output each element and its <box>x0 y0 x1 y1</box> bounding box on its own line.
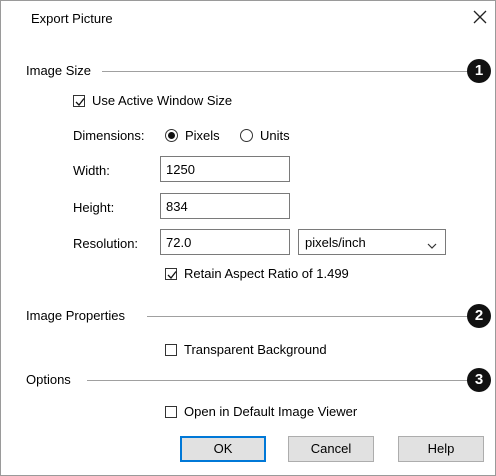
pixels-radio[interactable] <box>165 129 178 142</box>
image-size-group-label: Image Size <box>26 63 92 78</box>
transparent-background-checkbox[interactable] <box>165 344 177 356</box>
resolution-unit-select[interactable]: pixels/inch <box>298 229 446 255</box>
units-radio[interactable] <box>240 129 253 142</box>
callout-marker-1: 1 <box>467 59 491 83</box>
open-default-viewer-checkbox[interactable] <box>165 406 177 418</box>
title-bar: Export Picture <box>1 1 495 41</box>
chevron-down-icon <box>427 238 437 253</box>
image-properties-group-label: Image Properties <box>26 308 125 323</box>
options-group-label: Options <box>26 372 71 387</box>
cancel-button[interactable]: Cancel <box>288 436 374 462</box>
callout-marker-2: 2 <box>467 304 491 328</box>
image-size-divider <box>102 71 468 72</box>
transparent-background-label: Transparent Background <box>184 342 327 357</box>
height-input[interactable] <box>160 193 290 219</box>
options-divider <box>87 380 467 381</box>
width-label: Width: <box>73 163 110 178</box>
use-active-window-label: Use Active Window Size <box>92 93 233 108</box>
dialog-title: Export Picture <box>31 11 113 26</box>
retain-aspect-checkbox[interactable] <box>165 268 177 280</box>
export-picture-dialog: Export Picture Image Size 1 Use Active W… <box>0 0 496 476</box>
help-button[interactable]: Help <box>398 436 484 462</box>
height-label: Height: <box>73 200 115 215</box>
units-radio-label: Units <box>260 128 290 143</box>
use-active-window-checkbox[interactable] <box>73 95 85 107</box>
open-default-viewer-label: Open in Default Image Viewer <box>184 404 358 419</box>
retain-aspect-label: Retain Aspect Ratio of 1.499 <box>184 266 349 281</box>
callout-marker-3: 3 <box>467 368 491 392</box>
resolution-unit-value: pixels/inch <box>305 235 366 250</box>
pixels-radio-label: Pixels <box>185 128 220 143</box>
ok-button[interactable]: OK <box>180 436 266 462</box>
image-properties-divider <box>147 316 467 317</box>
dimensions-label: Dimensions: <box>73 128 145 143</box>
width-input[interactable] <box>160 156 290 182</box>
close-icon[interactable] <box>471 8 489 26</box>
resolution-label: Resolution: <box>73 236 139 251</box>
resolution-input[interactable] <box>160 229 290 255</box>
